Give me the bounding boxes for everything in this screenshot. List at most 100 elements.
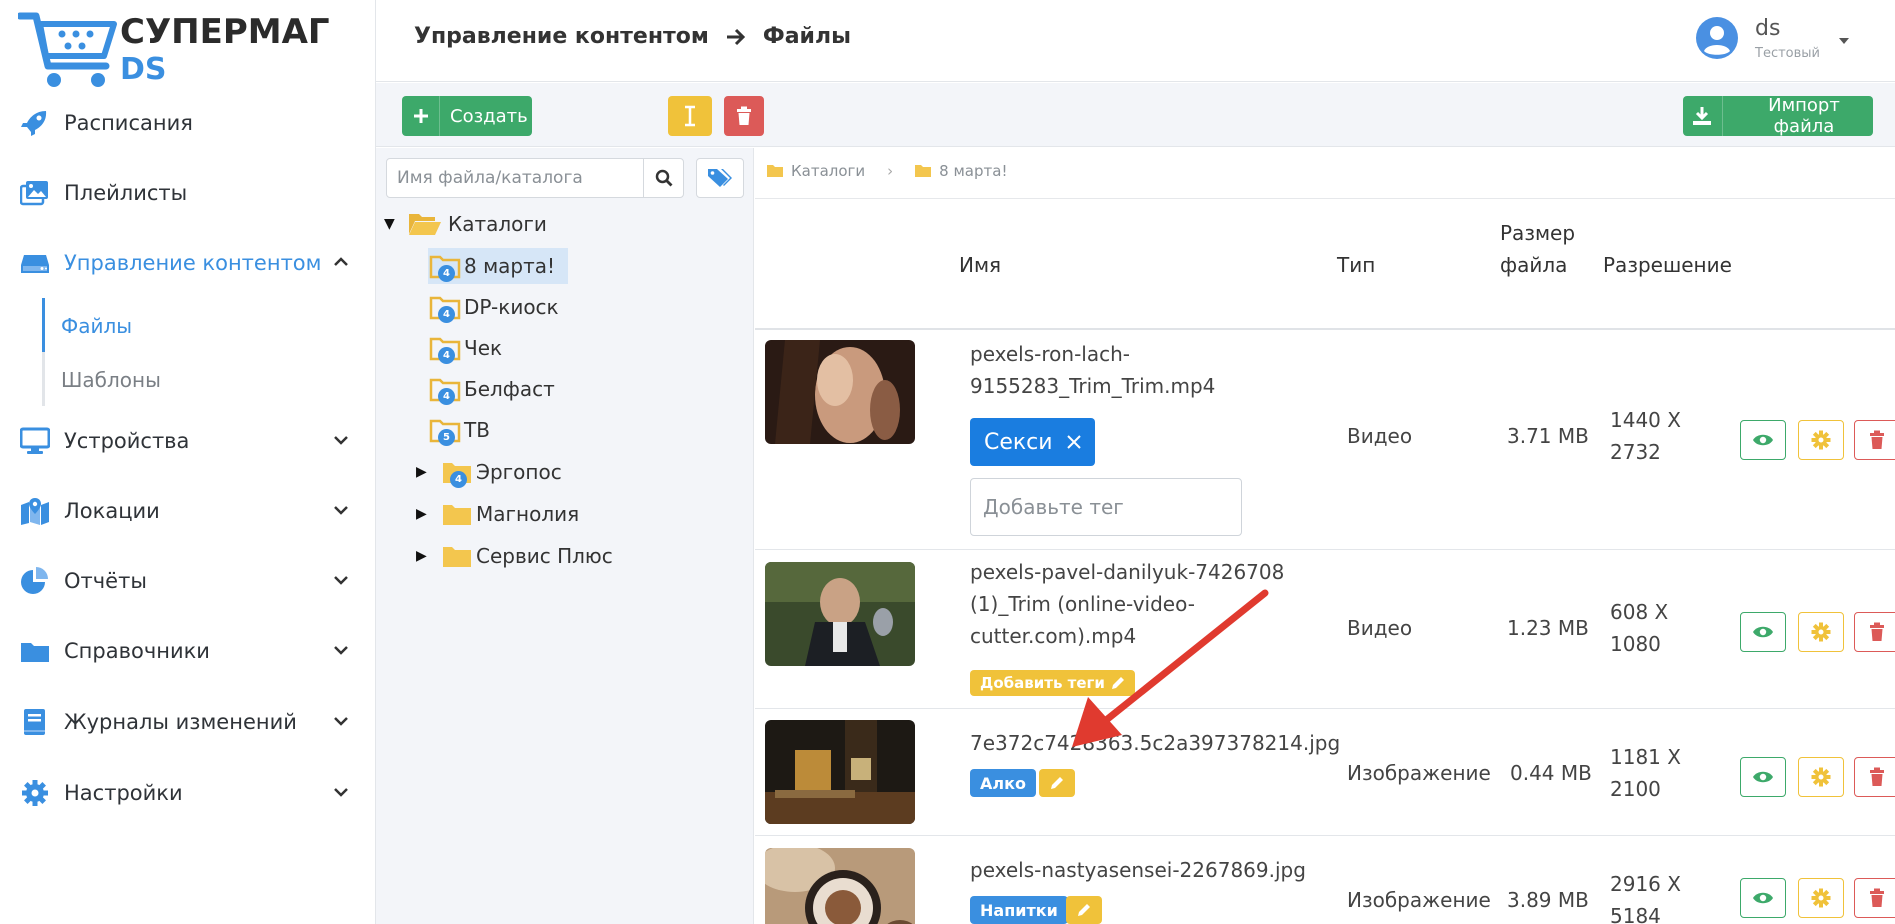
breadcrumb-catalogs[interactable]: Каталоги (791, 162, 865, 180)
sidebar-item-content-management[interactable]: Управление контентом (0, 241, 376, 285)
folder-icon: 4 (428, 334, 462, 364)
delete-file-button[interactable] (1854, 878, 1895, 918)
file-resolution: 1181 X 2100 (1610, 745, 1681, 801)
column-type[interactable]: Тип (1337, 253, 1375, 277)
tree-node-label: 8 марта! (464, 254, 556, 278)
tag-chip[interactable]: Секси (970, 418, 1095, 466)
file-size: 0.44 MB (1510, 761, 1592, 785)
create-button[interactable]: Создать (402, 96, 532, 136)
search-icon (655, 169, 672, 187)
breadcrumb-current: Файлы (762, 24, 851, 49)
sidebar-item-change-logs[interactable]: Журналы изменений (0, 700, 376, 744)
file-type: Изображение (1347, 888, 1491, 912)
rename-button[interactable] (668, 96, 712, 136)
delete-file-button[interactable] (1854, 757, 1895, 797)
settings-button[interactable] (1798, 757, 1844, 797)
file-thumbnail[interactable] (765, 562, 915, 666)
brand-suffix: DS (120, 52, 167, 87)
file-resolution: 1440 X 2732 (1610, 408, 1681, 464)
edit-tags-button[interactable] (1066, 896, 1102, 924)
chevron-up-icon (334, 257, 348, 266)
column-name[interactable]: Имя (959, 253, 1001, 277)
breadcrumb: Управление контентом Файлы (414, 24, 851, 49)
delete-file-button[interactable] (1854, 612, 1895, 652)
tree-node-ergopos[interactable]: ▶ 4 Эргопос (416, 454, 562, 490)
user-menu[interactable]: ds Тестовый (1695, 14, 1855, 70)
chevron-down-icon (334, 646, 348, 655)
pencil-icon (1051, 777, 1063, 789)
sidebar-item-settings[interactable]: Настройки (0, 771, 376, 815)
sidebar-subitem-files[interactable]: Файлы (61, 314, 132, 338)
preview-button[interactable] (1740, 757, 1786, 797)
sidebar-item-devices[interactable]: Устройства (0, 419, 376, 463)
top-header: Управление контентом Файлы ds Тестовый (376, 0, 1895, 82)
tag-chip[interactable]: Напитки (970, 896, 1068, 924)
sidebar-item-label: Управление контентом (64, 251, 322, 275)
tree-node-label: Белфаст (464, 377, 555, 401)
tree-node-check[interactable]: 4 Чек (428, 330, 502, 366)
trash-icon (1870, 888, 1884, 907)
sidebar-item-label: Журналы изменений (64, 710, 297, 734)
tree-node-dp-kiosk[interactable]: 4 DP-киоск (428, 289, 559, 325)
tag-chip[interactable]: Алко (970, 769, 1036, 797)
file-thumbnail[interactable] (765, 848, 915, 924)
caret-right-icon: ▶ (416, 548, 427, 564)
sidebar-item-label: Справочники (64, 639, 210, 663)
breadcrumb-section[interactable]: Управление контентом (414, 24, 709, 49)
hdd-icon (21, 255, 49, 273)
settings-button[interactable] (1798, 878, 1844, 918)
search-input[interactable] (387, 159, 643, 197)
chevron-down-icon (334, 717, 348, 726)
table-row[interactable]: 7e372c7428363.5c2a397378214.jpg Алко Изо… (755, 709, 1895, 836)
file-size: 1.23 MB (1507, 616, 1589, 640)
delete-button[interactable] (724, 96, 764, 136)
file-size: 3.89 MB (1507, 888, 1589, 912)
tree-node-label: Сервис Плюс (476, 544, 613, 568)
file-thumbnail[interactable] (765, 720, 915, 824)
sidebar-item-references[interactable]: Справочники (0, 629, 376, 673)
close-icon[interactable] (1066, 435, 1081, 449)
tree-node-belfast[interactable]: 4 Белфаст (428, 371, 555, 407)
caret-right-icon: ▶ (416, 506, 427, 522)
preview-button[interactable] (1740, 612, 1786, 652)
count-badge: 4 (438, 388, 455, 405)
logo[interactable]: СУПЕРМАГ DS (18, 6, 330, 90)
folder-icon (440, 542, 474, 570)
sidebar-item-schedules[interactable]: Расписания (0, 101, 376, 145)
table-row[interactable]: pexels-nastyasensei-2267869.jpg Напитки … (755, 836, 1895, 924)
eye-icon (1753, 626, 1773, 638)
tree-node-root[interactable]: ▼ Каталоги (384, 206, 547, 242)
file-thumbnail[interactable] (765, 340, 915, 444)
sidebar-item-playlists[interactable]: Плейлисты (0, 171, 376, 215)
add-tag-input[interactable] (970, 478, 1242, 536)
gear-icon (1811, 622, 1831, 642)
column-resolution[interactable]: Разрешение (1603, 253, 1732, 277)
folder-open-icon (409, 214, 441, 235)
download-icon (1683, 96, 1723, 136)
import-file-button[interactable]: Импорт файла (1683, 95, 1873, 137)
tree-node-service-plus[interactable]: ▶ Сервис Плюс (416, 538, 613, 574)
sidebar-item-locations[interactable]: Локации (0, 489, 376, 533)
column-size-line1[interactable]: Размер (1500, 221, 1575, 245)
tree-node-magnolia[interactable]: ▶ Магнолия (416, 496, 579, 532)
settings-button[interactable] (1798, 612, 1844, 652)
edit-tags-button[interactable] (1039, 769, 1075, 797)
column-size-line2[interactable]: файла (1500, 253, 1567, 277)
tree-node-tv[interactable]: 5 ТВ (428, 412, 490, 448)
tag-filter-button[interactable] (696, 158, 744, 198)
table-row[interactable]: pexels-ron-lach- 9155283_Trim_Trim.mp4 Се… (755, 332, 1895, 550)
settings-button[interactable] (1798, 420, 1844, 460)
sidebar-item-reports[interactable]: Отчёты (0, 559, 376, 603)
preview-button[interactable] (1740, 420, 1786, 460)
chevron-down-icon (334, 506, 348, 515)
preview-button[interactable] (1740, 878, 1786, 918)
count-badge: 4 (438, 306, 455, 323)
text-cursor-icon (685, 105, 695, 127)
tree-node-8-march[interactable]: 4 8 марта! (428, 248, 568, 284)
table-row[interactable]: pexels-pavel-danilyuk-7426708 (1)_Trim (o… (755, 550, 1895, 709)
sidebar-subitem-templates[interactable]: Шаблоны (61, 368, 161, 392)
add-tags-button[interactable]: Добавить теги (970, 670, 1135, 696)
gear-icon (1811, 767, 1831, 787)
search-button[interactable] (643, 159, 683, 197)
delete-file-button[interactable] (1854, 420, 1895, 460)
